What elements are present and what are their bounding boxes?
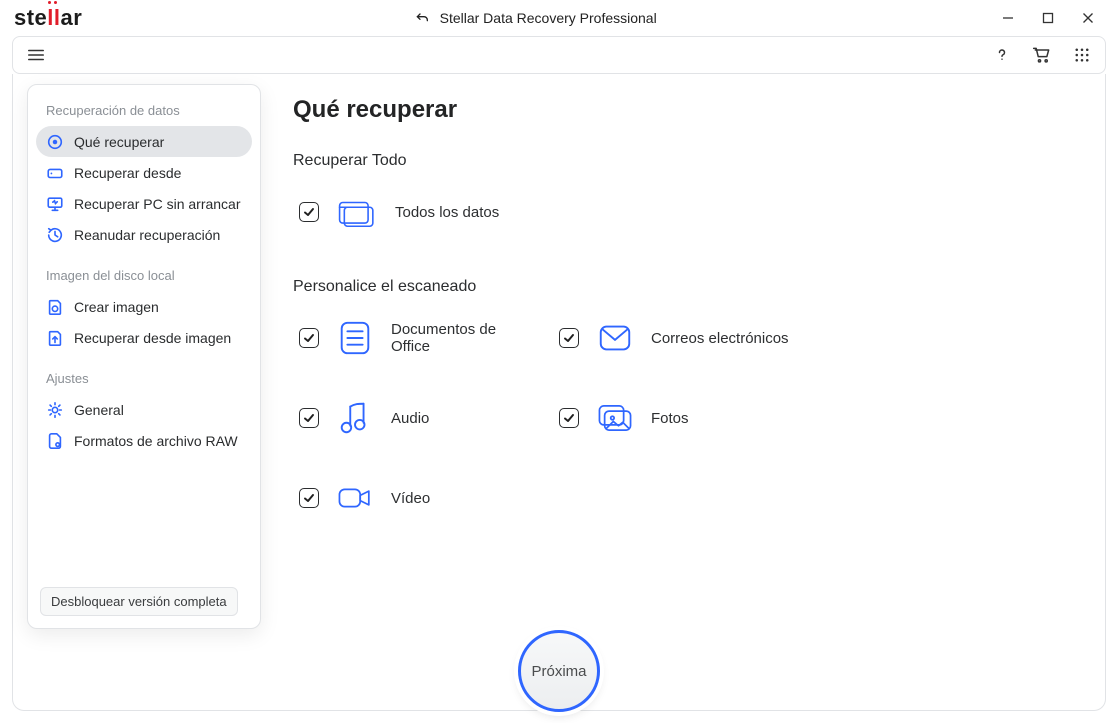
disk-up-icon (46, 329, 64, 347)
sidebar-item-crashed-pc[interactable]: Recuperar PC sin arrancar (36, 188, 252, 219)
type-emails-checkbox[interactable] (559, 328, 579, 348)
section-title-recover-all: Recuperar Todo (293, 152, 1085, 170)
type-office-checkbox[interactable] (299, 328, 319, 348)
minimize-button[interactable] (988, 0, 1028, 36)
type-photos: Fotos (559, 398, 799, 438)
close-button[interactable] (1068, 0, 1108, 36)
type-photos-label: Fotos (651, 410, 689, 427)
apps-grid-button[interactable] (1069, 42, 1095, 68)
drive-icon (46, 164, 64, 182)
video-icon (335, 478, 375, 518)
file-types-grid: Documentos de Office Correos electrónico… (293, 318, 1053, 518)
documents-icon (335, 318, 375, 358)
target-icon (46, 133, 64, 151)
disk-plus-icon (46, 298, 64, 316)
help-button[interactable] (989, 42, 1015, 68)
file-cog-icon (46, 432, 64, 450)
sidebar-item-general[interactable]: General (36, 394, 252, 425)
type-audio: Audio (299, 398, 539, 438)
resume-icon (46, 226, 64, 244)
all-data-row: Todos los datos (293, 192, 1085, 232)
sidebar-item-recover-image[interactable]: Recuperar desde imagen (36, 322, 252, 353)
maximize-button[interactable] (1028, 0, 1068, 36)
unlock-button-label: Desbloquear versión completa (51, 594, 227, 609)
sidebar-item-label: Crear imagen (74, 299, 159, 315)
type-audio-checkbox[interactable] (299, 408, 319, 428)
type-emails: Correos electrónicos (559, 318, 799, 358)
window-title: Stellar Data Recovery Professional (440, 10, 657, 26)
mail-icon (595, 318, 635, 358)
sidebar-item-label: Recuperar desde imagen (74, 330, 231, 346)
type-photos-checkbox[interactable] (559, 408, 579, 428)
sidebar-section-title: Ajustes (36, 365, 252, 394)
type-video-label: Vídeo (391, 490, 430, 507)
all-data-checkbox[interactable] (299, 202, 319, 222)
sidebar: Recuperación de datos Qué recuperar Recu… (27, 84, 261, 629)
type-emails-label: Correos electrónicos (651, 330, 789, 347)
brand-logo: stellar (14, 5, 82, 31)
next-button-label: Próxima (531, 663, 586, 680)
unlock-full-version-button[interactable]: Desbloquear versión completa (40, 587, 238, 616)
toolbar (12, 36, 1106, 74)
photos-icon (595, 398, 635, 438)
back-icon[interactable] (414, 10, 430, 26)
logo-part-3: ar (61, 5, 83, 31)
section-title-customize: Personalice el escaneado (293, 278, 1085, 296)
menu-button[interactable] (23, 42, 49, 68)
main-content: Qué recuperar Recuperar Todo Todos los d… (293, 96, 1085, 710)
sidebar-item-recover-from[interactable]: Recuperar desde (36, 157, 252, 188)
sidebar-section-title: Imagen del disco local (36, 262, 252, 291)
next-button[interactable]: Próxima (518, 630, 600, 712)
window-title-area: Stellar Data Recovery Professional (82, 10, 988, 26)
type-video-checkbox[interactable] (299, 488, 319, 508)
sidebar-section-title: Recuperación de datos (36, 97, 252, 126)
type-office-label: Documentos de Office (391, 321, 539, 355)
audio-icon (335, 398, 375, 438)
window-controls (988, 0, 1108, 36)
all-data-label: Todos los datos (395, 204, 499, 221)
sidebar-item-what-recover[interactable]: Qué recuperar (36, 126, 252, 157)
titlebar: stellar Stellar Data Recovery Profession… (0, 0, 1118, 36)
logo-part-1: ste (14, 5, 47, 31)
sidebar-item-label: Recuperar desde (74, 165, 181, 181)
folder-icon (337, 192, 377, 232)
sidebar-item-label: Reanudar recuperación (74, 227, 220, 243)
sidebar-item-label: Recuperar PC sin arrancar (74, 196, 241, 212)
monitor-icon (46, 195, 64, 213)
type-office: Documentos de Office (299, 318, 539, 358)
sidebar-item-label: General (74, 402, 124, 418)
sidebar-item-create-image[interactable]: Crear imagen (36, 291, 252, 322)
sidebar-item-raw-formats[interactable]: Formatos de archivo RAW (36, 425, 252, 456)
sidebar-item-resume[interactable]: Reanudar recuperación (36, 219, 252, 250)
page-title: Qué recuperar (293, 96, 1085, 124)
sidebar-item-label: Formatos de archivo RAW (74, 433, 238, 449)
cart-button[interactable] (1029, 42, 1055, 68)
gear-icon (46, 401, 64, 419)
logo-part-2: ll (47, 5, 60, 31)
sidebar-item-label: Qué recuperar (74, 134, 164, 150)
type-audio-label: Audio (391, 410, 429, 427)
type-video: Vídeo (299, 478, 539, 518)
